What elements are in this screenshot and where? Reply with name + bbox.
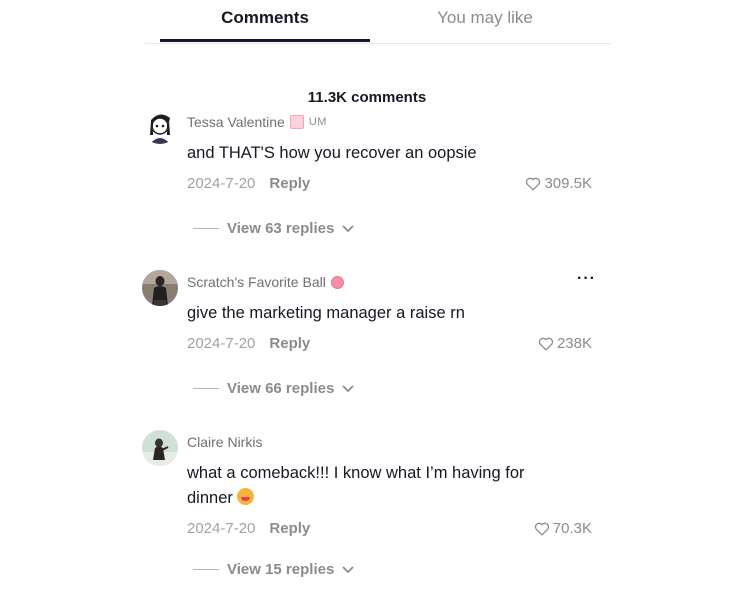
comment-date: 2024-7-20 (187, 175, 256, 192)
comment-meta: 2024-7-20 Reply (187, 175, 310, 192)
avatar[interactable] (142, 270, 178, 306)
tab-bar: Comments You may like (145, 0, 611, 44)
comment-username[interactable]: Scratch's Favorite Ball (187, 274, 326, 290)
reply-button[interactable]: Reply (269, 335, 310, 352)
like-button[interactable]: 309.5K (525, 175, 592, 192)
comment-text: and THAT'S how you recover an oopsie (187, 144, 477, 162)
tab-comments[interactable]: Comments (160, 0, 370, 42)
comment-username-row: Tessa Valentine UM (187, 114, 327, 130)
comment-count: 11.3K comments (307, 89, 427, 106)
reply-button[interactable]: Reply (269, 520, 310, 537)
avatar-image-icon (142, 108, 178, 144)
like-count: 309.5K (544, 175, 592, 192)
view-replies-label: View 15 replies (227, 561, 335, 578)
pink-circle-icon (330, 275, 344, 289)
like-button[interactable]: 70.3K (534, 520, 592, 537)
comment-username[interactable]: Tessa Valentine (187, 114, 285, 130)
reply-button[interactable]: Reply (269, 175, 310, 192)
tab-you-may-like[interactable]: You may like (385, 0, 585, 42)
tab-you-may-like-label: You may like (437, 8, 533, 27)
comment-date: 2024-7-20 (187, 520, 256, 537)
divider-line (193, 228, 219, 229)
comment-username-row: Scratch's Favorite Ball (187, 274, 344, 290)
comment-meta: 2024-7-20 Reply (187, 335, 310, 352)
like-count: 238K (556, 335, 592, 352)
comment-text: give the marketing manager a raise rn (187, 304, 465, 322)
view-replies-button[interactable]: View 63 replies (193, 220, 354, 237)
comment-date: 2024-7-20 (187, 335, 256, 352)
comment-username-row: Claire Nirkis (187, 434, 262, 450)
view-replies-button[interactable]: View 15 replies (193, 561, 354, 578)
active-tab-indicator (160, 39, 370, 42)
comment-meta: 2024-7-20 Reply (187, 520, 310, 537)
heart-icon (526, 177, 541, 191)
like-button[interactable]: 238K (538, 335, 592, 352)
like-count: 70.3K (552, 520, 592, 537)
chevron-down-icon (342, 225, 354, 232)
chevron-down-icon (342, 566, 354, 573)
comment-text-line-2-label: dinner (187, 489, 233, 507)
more-options-button[interactable]: ··· (577, 270, 596, 288)
view-replies-label: View 66 replies (227, 380, 335, 397)
heart-icon (534, 522, 549, 536)
tab-comments-label: Comments (221, 8, 309, 27)
avatar-image-icon (142, 430, 178, 466)
heart-icon (538, 337, 554, 351)
divider-line (193, 569, 219, 570)
comments-panel: Comments You may like 11.3K comments Tes… (0, 0, 750, 600)
comment-text-line-1: what a comeback!!! I know what I’m havin… (187, 464, 525, 482)
divider-line (193, 388, 219, 389)
yum-emoji-icon (236, 488, 254, 505)
avatar[interactable] (142, 430, 178, 466)
avatar[interactable] (142, 108, 178, 144)
comment-badge: UM (308, 116, 327, 128)
comment-username[interactable]: Claire Nirkis (187, 434, 262, 450)
view-replies-label: View 63 replies (227, 220, 335, 237)
comment-text-line-2: dinner (187, 486, 254, 511)
view-replies-button[interactable]: View 66 replies (193, 380, 354, 397)
badge-icon (289, 115, 304, 129)
avatar-image-icon (142, 270, 178, 306)
chevron-down-icon (342, 385, 354, 392)
